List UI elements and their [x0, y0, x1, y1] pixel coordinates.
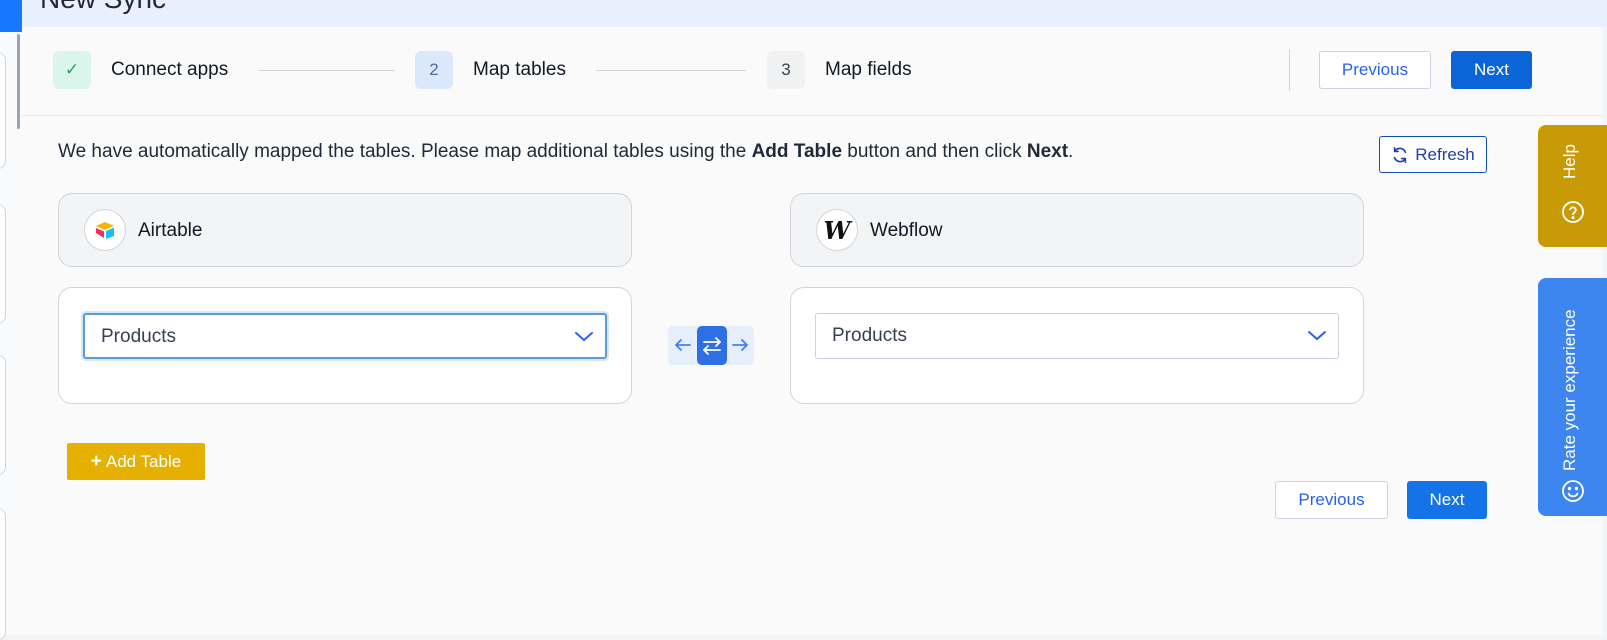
add-table-button[interactable]: + Add Table — [67, 443, 205, 480]
left-panel-scrollbar[interactable] — [17, 34, 20, 129]
target-app-name: Webflow — [870, 220, 943, 241]
source-app-card: Airtable — [58, 193, 632, 267]
step-connector — [596, 70, 746, 71]
left-panel-card[interactable] — [0, 52, 6, 169]
target-table-value: Products — [832, 325, 907, 346]
arrow-left-icon[interactable] — [672, 333, 694, 357]
step-1-label: Connect apps — [111, 59, 229, 80]
add-table-label: Add Table — [105, 451, 182, 471]
previous-button-top[interactable]: Previous — [1319, 51, 1431, 89]
step-1-badge: ✓ — [53, 51, 91, 89]
step-connector — [259, 70, 395, 71]
arrow-right-icon[interactable] — [730, 333, 752, 357]
source-table-card: Products — [58, 287, 632, 404]
question-circle-icon — [1562, 201, 1584, 223]
target-app-card: W Webflow — [790, 193, 1364, 267]
wizard-stepper: ✓ Connect apps 2 Map tables 3 Map fields… — [22, 27, 1602, 116]
target-table-card: Products — [790, 287, 1364, 404]
next-button-bottom[interactable]: Next — [1407, 481, 1487, 519]
rate-tab-label: Rate your experience — [1560, 309, 1579, 471]
step-3-label: Map fields — [825, 59, 912, 80]
chevron-down-icon — [1308, 331, 1326, 340]
step-2-badge: 2 — [415, 51, 453, 89]
webflow-logo-icon: W — [816, 209, 858, 251]
left-panel-card[interactable] — [0, 204, 6, 324]
refresh-label: Refresh — [1415, 144, 1475, 164]
two-way-sync-button[interactable] — [697, 326, 727, 365]
left-panel-accent — [0, 0, 22, 32]
target-table-select[interactable]: Products — [815, 313, 1339, 359]
instruction-text: We have automatically mapped the tables.… — [58, 141, 1074, 162]
page-header: New Sync — [22, 0, 1607, 27]
left-panel-card[interactable] — [0, 508, 6, 640]
swap-arrows-icon — [703, 336, 721, 355]
previous-button-bottom[interactable]: Previous — [1275, 481, 1388, 519]
smiley-icon — [1562, 480, 1584, 502]
step-2-label: Map tables — [473, 59, 566, 80]
source-table-value: Products — [101, 326, 176, 347]
sync-direction-toggle — [668, 326, 754, 365]
plus-icon: + — [90, 450, 102, 472]
left-panel-strip — [0, 0, 23, 640]
refresh-button[interactable]: Refresh — [1379, 136, 1487, 173]
stepper-divider — [1289, 49, 1290, 91]
help-tab-label: Help — [1560, 144, 1579, 179]
help-tab[interactable]: Help — [1538, 125, 1607, 247]
next-button-top[interactable]: Next — [1451, 51, 1532, 89]
chevron-down-icon — [575, 332, 593, 341]
step-3-badge: 3 — [767, 51, 805, 89]
airtable-logo-icon — [84, 209, 126, 251]
checkmark-icon: ✓ — [64, 60, 80, 79]
left-panel-card[interactable] — [0, 355, 6, 475]
page-title: New Sync — [40, 0, 166, 15]
source-app-name: Airtable — [138, 220, 203, 241]
sync-wizard: ✓ Connect apps 2 Map tables 3 Map fields… — [22, 27, 1602, 635]
refresh-icon — [1394, 146, 1407, 163]
rate-experience-tab[interactable]: Rate your experience — [1538, 278, 1607, 516]
source-table-select[interactable]: Products — [83, 313, 607, 359]
